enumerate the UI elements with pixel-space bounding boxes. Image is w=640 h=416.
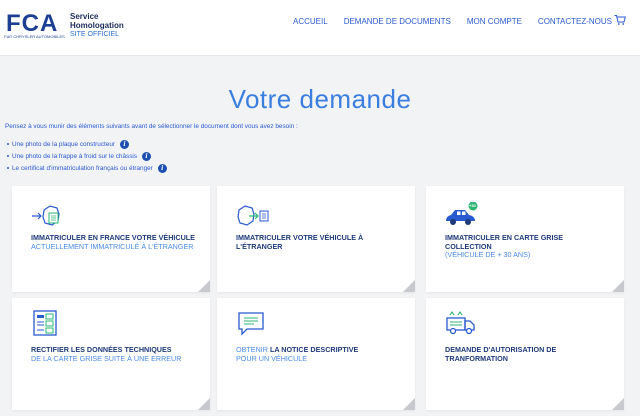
logo-service-line1: Service xyxy=(70,12,99,21)
requirement-item: Une photo de la frappe à froid sur le ch… xyxy=(5,150,167,162)
logo-official: SITE OFFICIEL xyxy=(70,31,120,38)
card-title-main: RECTIFIER LES DONNÉES TECHNIQUES xyxy=(31,345,172,354)
card-title-main: IMMATRICULER EN FRANCE VOTRE VÉHICULE xyxy=(31,233,195,242)
info-icon[interactable]: i xyxy=(142,151,152,161)
requirement-text: Le certificat d'immatriculation français… xyxy=(12,164,153,172)
card-title: IMMATRICULER EN CARTE GRISE COLLECTION (… xyxy=(445,233,610,260)
nav-accueil[interactable]: ACCUEIL xyxy=(293,17,328,26)
logo-service-line2: Homologation xyxy=(70,21,124,30)
card-title: RECTIFIER LES DONNÉES TECHNIQUES DE LA C… xyxy=(31,345,196,363)
card-title-prefix: OBTENIR xyxy=(236,345,268,354)
card-subtitle: ACTUELLEMENT IMMATRICULÉ À L'ÉTRANGER xyxy=(31,241,194,251)
bullet-icon xyxy=(7,143,9,145)
card-corner xyxy=(403,398,415,410)
card-title: DEMANDE D'AUTORISATION DE TRANFORMATION xyxy=(445,345,610,363)
intro-text: Pensez à vous munir des éléments suivant… xyxy=(5,123,298,130)
nav-demande-documents[interactable]: DEMANDE DE DOCUMENTS xyxy=(344,17,451,26)
card-corner xyxy=(612,280,624,292)
france-export-icon xyxy=(237,205,269,226)
requirement-item: Le certificat d'immatriculation français… xyxy=(5,162,167,174)
card-register-france[interactable]: IMMATRICULER EN FRANCE VOTRE VÉHICULE AC… xyxy=(12,186,210,292)
main-nav: ACCUEIL DEMANDE DE DOCUMENTS MON COMPTE … xyxy=(277,17,612,26)
bullet-icon xyxy=(7,167,9,169)
card-title-main: LA NOTICE DESCRIPTIVE xyxy=(269,345,359,354)
card-title: OBTENIR LA NOTICE DESCRIPTIVE POUR UN VÉ… xyxy=(236,345,401,363)
info-icon[interactable]: i xyxy=(157,163,167,173)
card-register-abroad[interactable]: IMMATRICULER VOTRE VÉHICULE À L'ÉTRANGER xyxy=(217,186,415,292)
info-icon[interactable]: i xyxy=(120,139,130,149)
cart-icon[interactable] xyxy=(614,14,626,26)
requirement-text: Une photo de la plaque constructeur xyxy=(12,140,116,148)
nav-mon-compte[interactable]: MON COMPTE xyxy=(467,17,522,26)
france-import-icon xyxy=(32,205,60,226)
card-corner xyxy=(403,280,415,292)
card-subtitle: (VÉHICULE DE + 30 ANS) xyxy=(445,250,531,259)
card-title: IMMATRICULER VOTRE VÉHICULE À L'ÉTRANGER xyxy=(236,233,401,251)
card-corner xyxy=(198,280,210,292)
card-subtitle: POUR UN VÉHICULE xyxy=(236,353,308,363)
card-corner xyxy=(198,398,210,410)
nav-contact[interactable]: CONTACTEZ-NOUS xyxy=(538,17,612,26)
data-form-icon xyxy=(33,310,57,336)
card-title-main: IMMATRICULER VOTRE VÉHICULE À L'ÉTRANGER xyxy=(236,233,364,251)
age-badge: +30 xyxy=(469,203,476,208)
card-title-main: IMMATRICULER EN CARTE GRISE COLLECTION xyxy=(445,233,564,251)
card-notice[interactable]: OBTENIR LA NOTICE DESCRIPTIVE POUR UN VÉ… xyxy=(217,298,415,410)
card-subtitle: DE LA CARTE GRISE SUITE À UNE ERREUR xyxy=(31,353,182,363)
card-collection[interactable]: +30 IMMATRICULER EN CARTE GRISE COLLECTI… xyxy=(426,186,624,292)
requirement-item: Une photo de la plaque constructeur i xyxy=(5,138,167,150)
card-rectify-data[interactable]: RECTIFIER LES DONNÉES TECHNIQUES DE LA C… xyxy=(12,298,210,410)
logo-service: Service Homologation xyxy=(70,12,124,30)
card-corner xyxy=(612,398,624,410)
requirements-list: Une photo de la plaque constructeur i Un… xyxy=(5,138,167,174)
logo-subtitle: FIAT CHRYSLER AUTOMOBILES xyxy=(4,34,65,39)
transformation-truck-icon xyxy=(446,311,475,335)
requirement-text: Une photo de la frappe à froid sur le ch… xyxy=(12,152,138,160)
bullet-icon xyxy=(7,155,9,157)
page-title: Votre demande xyxy=(228,84,412,114)
logo-mark: FCA xyxy=(6,10,59,37)
notice-icon xyxy=(238,312,264,336)
site-header: FCA FIAT CHRYSLER AUTOMOBILES Service Ho… xyxy=(0,0,640,56)
card-title-main: DEMANDE D'AUTORISATION DE TRANFORMATION xyxy=(445,345,557,363)
card-transformation[interactable]: DEMANDE D'AUTORISATION DE TRANFORMATION xyxy=(426,298,624,410)
card-title: IMMATRICULER EN FRANCE VOTRE VÉHICULE AC… xyxy=(31,233,196,251)
